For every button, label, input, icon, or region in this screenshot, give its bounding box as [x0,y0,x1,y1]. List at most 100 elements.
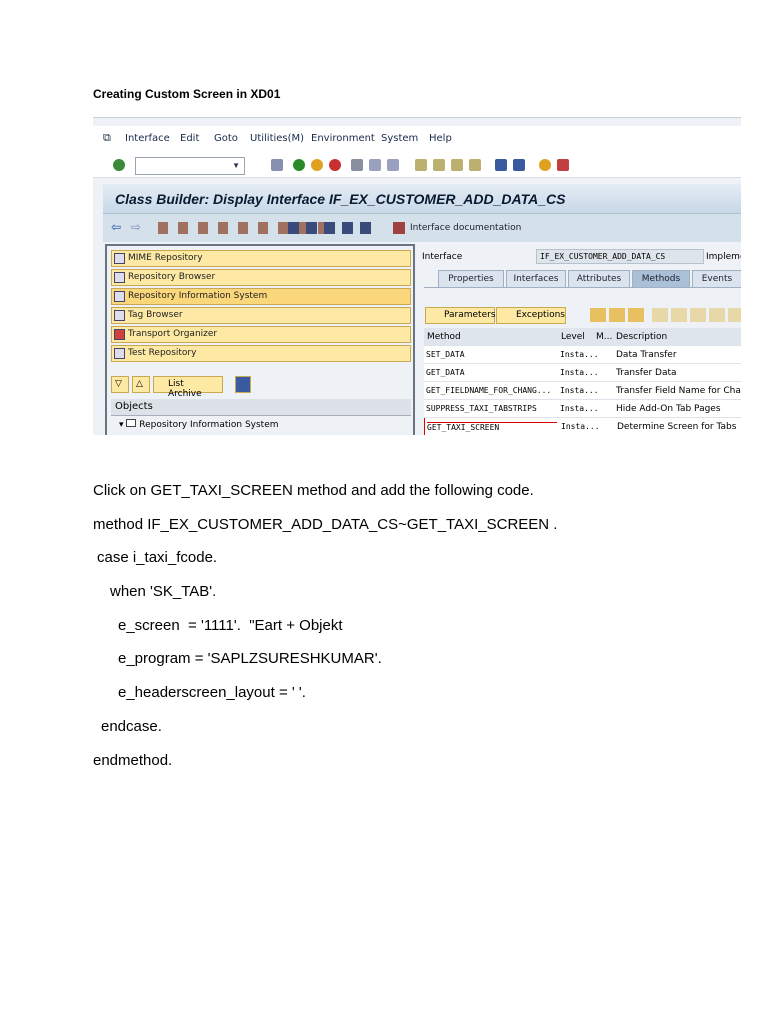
code-line: e_screen = '1111'. "Eart + Objekt [118,617,343,634]
code-line: e_program = 'SAPLZSURESHKUMAR'. [118,650,382,667]
enter-icon[interactable] [113,159,125,171]
first-page-icon[interactable] [415,159,427,171]
method-name: GET_FIELDNAME_FOR_CHANG... [426,386,552,395]
edit-tools-icons[interactable] [652,308,741,322]
method-description: Transfer Field Name for Chan [616,386,741,396]
tab-events[interactable]: Events [692,270,741,287]
method-description: Transfer Data [616,368,677,378]
table-row-selected[interactable]: GET_TAXI_SCREEN Insta... Determine Screen … [424,418,741,435]
table-row[interactable]: GET_FIELDNAME_FOR_CHANG... Insta... Transf… [424,382,741,400]
method-name: GET_TAXI_SCREEN [427,422,557,432]
exceptions-button[interactable]: Exceptions [496,307,566,324]
tab-attributes[interactable]: Attributes [568,270,630,287]
col-level[interactable]: Level [561,332,585,342]
next-page-icon[interactable] [451,159,463,171]
repository-info-system-button[interactable]: Repository Information System [111,288,411,305]
expand-icon[interactable]: ▽ [111,376,129,393]
interface-documentation-icon[interactable] [393,222,405,234]
col-modeled[interactable]: M... [596,332,612,342]
col-method[interactable]: Method [427,332,461,342]
back-arrow-icon[interactable]: ⇦ [111,220,121,234]
save-icon[interactable] [271,159,283,171]
menu-edit[interactable]: Edit [180,133,199,144]
close-panel-icon[interactable] [235,376,251,393]
back-icon[interactable] [293,159,305,171]
tree-label: Repository Information System [139,420,279,430]
transport-organizer-button[interactable]: Transport Organizer [111,326,411,343]
menu-bar: ⧉ Interface Edit Goto Utilities(M) Envir… [93,126,741,152]
tab-properties[interactable]: Properties [438,270,504,287]
button-label: MIME Repository [128,253,203,263]
tag-browser-button[interactable]: Tag Browser [111,307,411,324]
code-line: e_headerscreen_layout = ' '. [118,684,306,701]
parameters-button[interactable]: Parameters [425,307,496,324]
cancel-icon[interactable] [329,159,341,171]
screen-title: Class Builder: Display Interface IF_EX_C… [103,184,741,214]
document-heading: Creating Custom Screen in XD01 [93,87,281,101]
table-row[interactable]: SUPPRESS_TAXI_TABSTRIPS Insta... Hide Add-… [424,400,741,418]
menu-interface[interactable]: Interface [125,133,170,144]
test-icon [114,348,125,359]
method-description: Data Transfer [616,350,677,360]
method-name: SUPPRESS_TAXI_TABSTRIPS [426,404,537,413]
standard-toolbar [93,152,741,178]
previous-page-icon[interactable] [433,159,445,171]
collapse-icon[interactable]: △ [132,376,150,393]
method-level: Insta... [560,368,599,377]
print-icon[interactable] [351,159,363,171]
button-label: Repository Browser [128,272,216,282]
application-toolbar: ⇦ ⇨ Interface documentation [103,214,741,242]
shortcut-icon[interactable] [513,159,525,171]
forward-arrow-icon[interactable]: ⇨ [131,220,141,234]
tab-methods[interactable]: Methods [632,270,690,287]
tab-divider [424,287,741,288]
menu-goto[interactable]: Goto [214,133,238,144]
interface-detail-panel: Interface IF_EX_CUSTOMER_ADD_DATA_CS Imp… [420,244,741,435]
tree-node-repository-info[interactable]: ▾ Repository Information System [119,419,279,430]
layout-menu-icon[interactable] [557,159,569,171]
help-icon[interactable] [539,159,551,171]
code-line: when 'SK_TAB'. [110,583,217,600]
table-row[interactable]: SET_DATA Insta... Data Transfer [424,346,741,364]
menu-system[interactable]: System [381,133,418,144]
menu-environment[interactable]: Environment [311,133,375,144]
code-line: case i_taxi_fcode. [97,549,218,566]
method-tools-icons[interactable] [590,308,646,322]
table-row[interactable]: GET_DATA Insta... Transfer Data [424,364,741,382]
menu-icon[interactable]: ⧉ [103,131,111,145]
button-label: Test Repository [128,348,197,358]
sap-screenshot: ⧉ Interface Edit Goto Utilities(M) Envir… [93,117,741,435]
method-level: Insta... [560,404,599,413]
folder-icon [126,419,137,427]
last-page-icon[interactable] [469,159,481,171]
tab-interfaces[interactable]: Interfaces [506,270,566,287]
navigation-panel: MIME Repository Repository Browser Repos… [105,244,415,435]
menu-help[interactable]: Help [429,133,452,144]
find-icon[interactable] [369,159,381,171]
button-label: Transport Organizer [128,329,218,339]
find-next-icon[interactable] [387,159,399,171]
new-session-icon[interactable] [495,159,507,171]
list-archive-button[interactable]: List Archive [153,376,223,399]
info-system-icon [114,291,125,302]
code-line: endmethod. [93,752,173,769]
code-line: method IF_EX_CUSTOMER_ADD_DATA_CS~GET_TA… [93,516,558,533]
test-repository-button[interactable]: Test Repository [111,345,411,362]
truck-icon [114,329,125,340]
instruction-text: Click on GET_TAXI_SCREEN method and add … [93,482,534,499]
view-tools-icons[interactable] [288,222,378,234]
interface-field[interactable]: IF_EX_CUSTOMER_ADD_DATA_CS [536,249,704,264]
menu-utilities[interactable]: Utilities(M) [250,133,304,144]
method-level: Insta... [561,422,600,431]
command-field[interactable] [135,157,245,175]
interface-documentation-button[interactable]: Interface documentation [410,223,521,233]
objects-header: Objects [111,399,411,416]
implementing-label: Impleme [706,252,741,262]
method-description: Hide Add-On Tab Pages [616,404,721,414]
repository-browser-button[interactable]: Repository Browser [111,269,411,286]
col-description[interactable]: Description [616,332,667,342]
method-name: SET_DATA [426,350,465,359]
method-level: Insta... [560,386,599,395]
mime-repository-button[interactable]: MIME Repository [111,250,411,267]
exit-icon[interactable] [311,159,323,171]
